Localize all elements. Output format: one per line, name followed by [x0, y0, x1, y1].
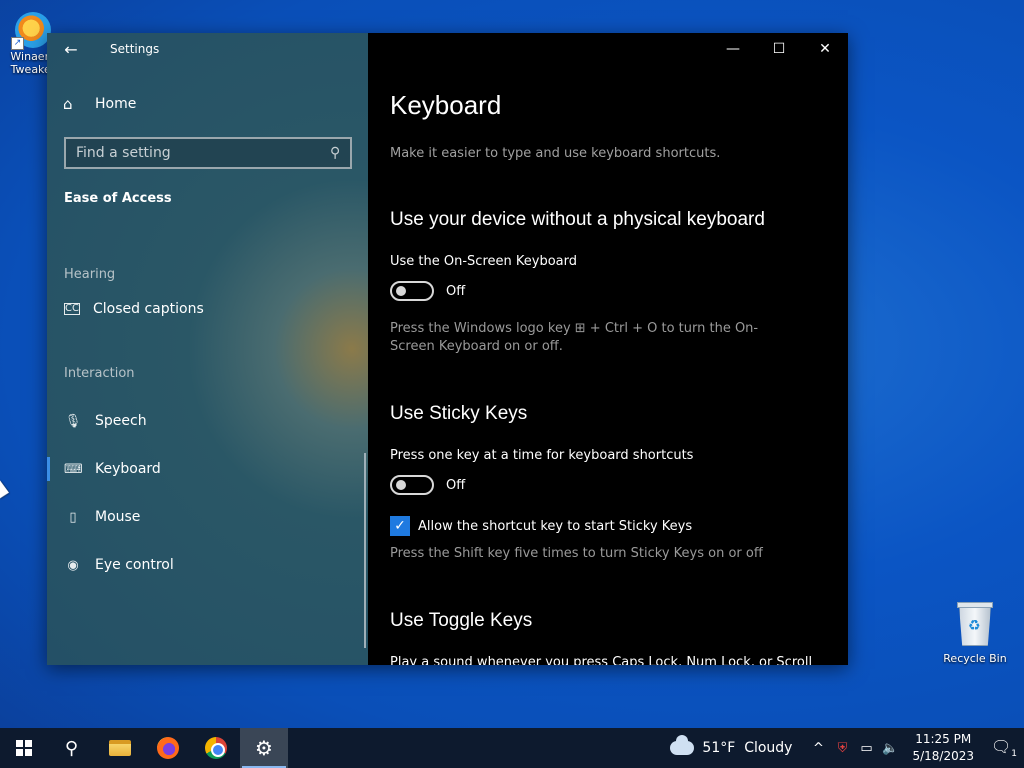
page-title: Keyboard: [390, 90, 502, 120]
nav-item-mouse[interactable]: ▯ Mouse: [64, 509, 140, 525]
sticky-keys-shortcut-label: Allow the shortcut key to start Sticky K…: [418, 518, 693, 534]
checkmark-icon: ✓: [394, 518, 406, 534]
maximize-icon: ☐: [772, 41, 786, 57]
sticky-keys-shortcut-checkbox[interactable]: ✓: [390, 516, 410, 536]
sticky-keys-hint: Press the Shift key five times to turn S…: [390, 546, 763, 561]
microphone-icon: 🎙: [64, 413, 82, 429]
start-button[interactable]: [0, 728, 48, 768]
notification-center-button[interactable]: 🗨1: [984, 737, 1024, 759]
winaero-tweaker-icon: ↗: [11, 12, 51, 50]
title-bar: ← Settings: [47, 33, 368, 65]
weather-temp: 51°F: [702, 740, 736, 756]
search-placeholder: Find a setting: [76, 145, 171, 161]
home-icon: ⌂: [63, 95, 73, 113]
nav-item-label: Closed captions: [93, 301, 204, 317]
sticky-keys-shortcut-row[interactable]: ✓ Allow the shortcut key to start Sticky…: [390, 516, 692, 536]
search-input[interactable]: Find a setting ⚲: [64, 137, 352, 169]
desktop-icon-label: Recycle Bin: [943, 652, 1007, 665]
sticky-keys-toggle-row: Off: [390, 475, 465, 495]
firefox-icon: [157, 737, 179, 759]
weather-condition: Cloudy: [744, 740, 793, 756]
search-icon: ⚲: [65, 737, 79, 759]
shortcut-arrow-icon: ↗: [11, 37, 24, 50]
chevron-up-icon[interactable]: ^: [806, 741, 830, 756]
minimize-icon: —: [726, 41, 740, 57]
windows-logo-icon: [16, 740, 32, 756]
folder-icon: [109, 740, 131, 756]
nav-item-label: Speech: [95, 413, 147, 429]
recycle-bin-icon: ♻: [955, 600, 995, 646]
chrome-icon: [205, 737, 227, 759]
home-link[interactable]: ⌂ Home: [63, 95, 136, 113]
sticky-keys-heading: Use Sticky Keys: [390, 403, 528, 424]
search-icon[interactable]: ⚲: [330, 145, 340, 161]
close-icon: ✕: [819, 41, 831, 57]
nav-item-keyboard[interactable]: ⌨ Keyboard: [64, 461, 161, 477]
desktop-icon-recycle-bin[interactable]: ♻ Recycle Bin: [940, 600, 1010, 665]
nav-scrollbar[interactable]: [364, 453, 366, 648]
osk-heading: Use your device without a physical keybo…: [390, 209, 765, 230]
eye-control-icon: ◉: [67, 557, 79, 573]
nav-item-label: Eye control: [95, 557, 174, 573]
nav-group-interaction: Interaction: [64, 366, 135, 381]
sticky-keys-label: Press one key at a time for keyboard sho…: [390, 448, 694, 463]
home-label: Home: [95, 96, 137, 112]
network-icon[interactable]: ▭: [854, 741, 878, 756]
mouse-icon: ▯: [69, 509, 77, 525]
system-tray: 51°F Cloudy ^ ⛨ ▭ 🔈 11:25 PM 5/18/2023 🗨…: [670, 728, 1024, 768]
close-button[interactable]: ✕: [802, 33, 848, 65]
sticky-keys-toggle[interactable]: [390, 475, 434, 495]
clock-time: 11:25 PM: [915, 732, 972, 746]
nav-group-hearing: Hearing: [64, 267, 116, 282]
clock-date: 5/18/2023: [912, 749, 974, 763]
nav-selection-indicator: [47, 457, 50, 481]
closed-captions-icon: CC: [64, 303, 80, 315]
settings-taskbar-button[interactable]: ⚙: [240, 728, 288, 768]
toggle-keys-label: Play a sound whenever you press Caps Loc…: [390, 655, 813, 665]
security-shield-icon[interactable]: ⛨: [830, 741, 854, 756]
osk-toggle-state: Off: [446, 283, 466, 299]
taskbar: ⚲ ⚙ 51°F Cloudy ^ ⛨ ▭ 🔈 11:25 PM 5/18/20…: [0, 728, 1024, 768]
nav-item-label: Mouse: [95, 509, 141, 525]
nav-item-closed-captions[interactable]: CC Closed captions: [64, 301, 204, 317]
firefox-button[interactable]: [144, 728, 192, 768]
file-explorer-button[interactable]: [96, 728, 144, 768]
nav-item-label: Keyboard: [95, 461, 161, 477]
settings-content-pane: — ☐ ✕ Keyboard Make it easier to type an…: [368, 33, 848, 665]
notification-count: 1: [1011, 749, 1018, 760]
nav-item-eye-control[interactable]: ◉ Eye control: [64, 557, 174, 573]
keyboard-icon: ⌨: [64, 461, 83, 477]
back-button[interactable]: ←: [47, 33, 95, 65]
notification-icon: 🗨: [990, 736, 1012, 756]
osk-label: Use the On-Screen Keyboard: [390, 254, 577, 269]
volume-muted-icon[interactable]: 🔈: [878, 741, 902, 756]
chrome-button[interactable]: [192, 728, 240, 768]
mouse-cursor: [0, 480, 9, 502]
cloud-icon: [670, 735, 695, 755]
minimize-button[interactable]: —: [710, 33, 756, 65]
search-button[interactable]: ⚲: [48, 728, 96, 768]
sticky-keys-toggle-state: Off: [446, 477, 466, 493]
settings-nav-pane: ← Settings ⌂ Home Find a setting ⚲ Ease …: [47, 33, 368, 665]
weather-widget[interactable]: 51°F Cloudy: [670, 735, 793, 756]
window-title: Settings: [110, 42, 160, 56]
gear-icon: ⚙: [255, 736, 273, 760]
page-description: Make it easier to type and use keyboard …: [390, 146, 721, 161]
nav-item-speech[interactable]: 🎙 Speech: [64, 413, 147, 429]
osk-hint: Press the Windows logo key ⊞ + Ctrl + O …: [390, 321, 759, 354]
osk-toggle[interactable]: [390, 281, 434, 301]
settings-window: ← Settings ⌂ Home Find a setting ⚲ Ease …: [47, 33, 848, 665]
toggle-keys-heading: Use Toggle Keys: [390, 610, 533, 631]
maximize-button[interactable]: ☐: [756, 33, 802, 65]
osk-toggle-row: Off: [390, 281, 465, 301]
nav-section-title: Ease of Access: [64, 191, 172, 206]
clock[interactable]: 11:25 PM 5/18/2023: [912, 731, 974, 765]
window-controls: — ☐ ✕: [710, 33, 848, 65]
back-arrow-icon: ←: [64, 39, 78, 59]
